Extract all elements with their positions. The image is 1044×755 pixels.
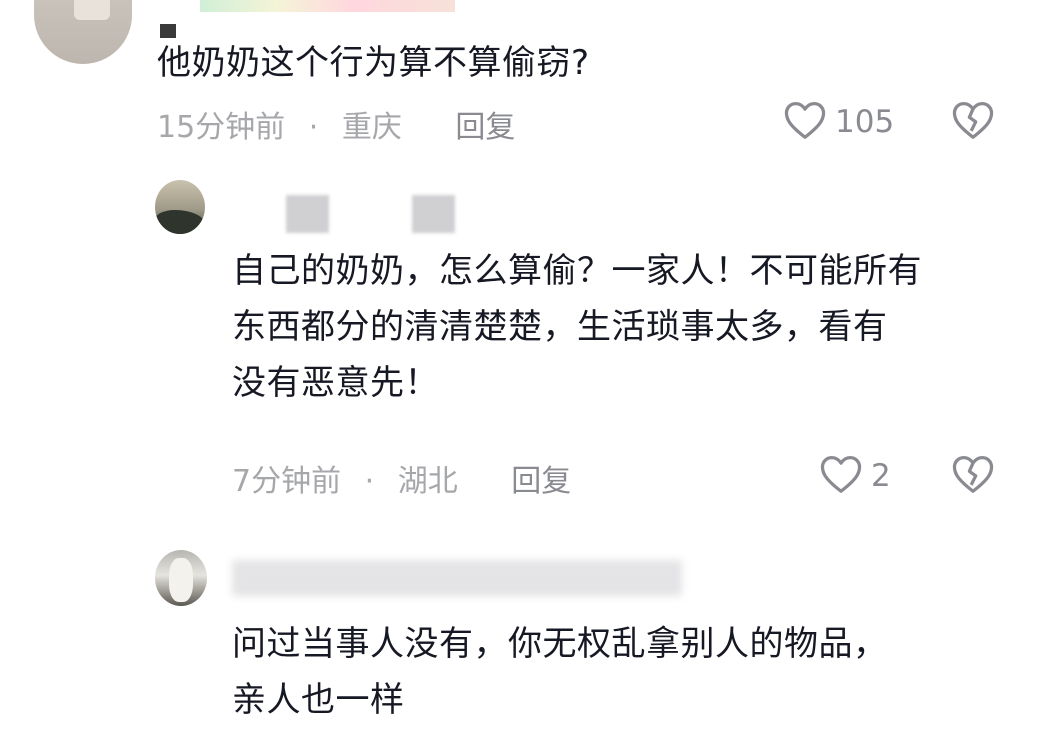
comment-line: 亲人也一样 (232, 679, 405, 720)
location: 重庆 (341, 110, 402, 145)
reply-button[interactable]: 回复 (511, 464, 571, 499)
comment-text: 他奶奶这个行为算不算偷窃? (157, 43, 590, 83)
dislike-button[interactable] (951, 100, 995, 144)
username-redacted (412, 195, 455, 233)
heart-icon (819, 454, 863, 498)
timestamp: 15分钟前 (157, 110, 286, 145)
cropped-image-strip (200, 0, 455, 12)
like-count: 105 (835, 104, 895, 140)
comment-line: 东西都分的清清楚楚，生活琐事太多，看有 (232, 306, 888, 347)
timestamp: 7分钟前 (232, 464, 342, 499)
avatar[interactable] (155, 180, 205, 234)
comment-text: 自己的奶奶，怎么算偷？一家人！不可能所有 东西都分的清清楚楚，生活琐事太多，看有… (232, 244, 922, 411)
avatar[interactable] (155, 550, 207, 606)
broken-heart-icon (951, 100, 995, 144)
comment-line: 自己的奶奶，怎么算偷？一家人！不可能所有 (232, 251, 922, 291)
comment-line: 没有恶意先！ (232, 362, 439, 403)
like-button[interactable]: 105 (783, 100, 894, 144)
comment-meta: 7分钟前 · 湖北 回复 (232, 456, 571, 500)
separator: · (308, 110, 319, 145)
location: 湖北 (397, 464, 458, 499)
username-redacted (232, 560, 682, 596)
broken-heart-icon (951, 454, 995, 498)
comment-line: 问过当事人没有，你无权乱拿别人的物品， (232, 624, 888, 664)
separator: · (364, 464, 375, 499)
dislike-button[interactable] (951, 454, 995, 498)
like-button[interactable]: 2 (819, 454, 891, 498)
like-count: 2 (871, 458, 891, 494)
avatar[interactable] (34, 0, 132, 64)
reply-button[interactable]: 回复 (455, 110, 515, 145)
heart-icon (783, 100, 827, 144)
comment-text: 问过当事人没有，你无权乱拿别人的物品， 亲人也一样 (232, 617, 888, 729)
comment-meta: 15分钟前 · 重庆 回复 (157, 102, 515, 146)
username-redacted (286, 195, 329, 233)
